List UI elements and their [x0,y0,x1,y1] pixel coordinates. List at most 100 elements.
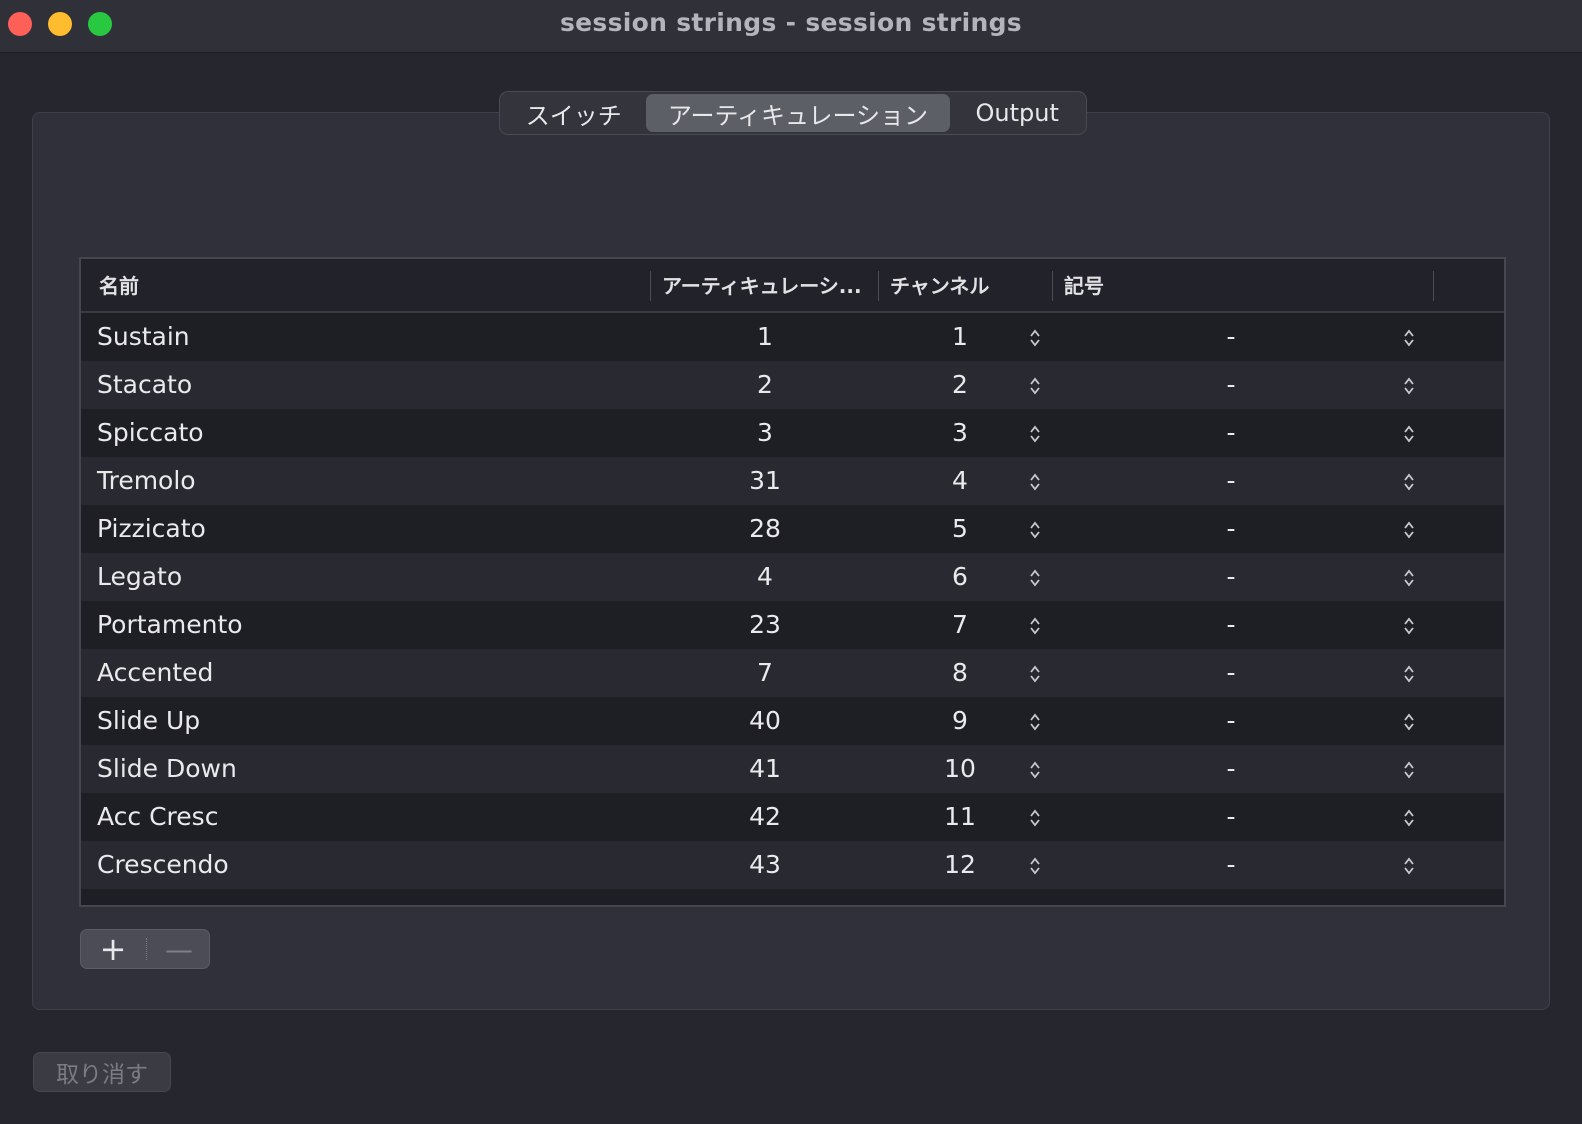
table-row[interactable]: Pizzicato 28 5 - [81,505,1504,553]
symbol-stepper-icon[interactable] [1399,793,1419,841]
symbol-stepper-icon[interactable] [1399,457,1419,505]
cell-articulation[interactable]: 31 [681,457,849,505]
channel-stepper-icon[interactable] [1025,793,1045,841]
cell-name[interactable]: Tremolo [97,457,196,505]
cell-channel[interactable]: 10 [901,745,1019,793]
cell-articulation[interactable]: 23 [681,601,849,649]
cell-channel[interactable]: 8 [901,649,1019,697]
cell-articulation[interactable]: 1 [681,313,849,361]
add-row-button[interactable]: + [81,930,145,968]
cell-name[interactable]: Crescendo [97,841,229,889]
cell-channel[interactable]: 4 [901,457,1019,505]
remove-row-button[interactable]: — [147,930,211,968]
symbol-stepper-icon[interactable] [1399,697,1419,745]
channel-stepper-icon[interactable] [1025,601,1045,649]
cell-channel[interactable]: 12 [901,841,1019,889]
table-header: 名前 アーティキュレーシ... チャンネル 記号 [81,259,1504,313]
cell-name[interactable]: Slide Down [97,745,237,793]
table-row[interactable]: Slide Down 41 10 - [81,745,1504,793]
column-header-name[interactable]: 名前 [99,259,139,313]
cell-symbol[interactable]: - [1181,697,1281,745]
cell-articulation[interactable]: 42 [681,793,849,841]
cell-symbol[interactable]: - [1181,313,1281,361]
table-row[interactable]: Stacato 2 2 - [81,361,1504,409]
column-divider[interactable] [650,271,651,301]
symbol-stepper-icon[interactable] [1399,601,1419,649]
cell-channel[interactable]: 3 [901,409,1019,457]
table-row[interactable]: Slide Up 40 9 - [81,697,1504,745]
cell-symbol[interactable]: - [1181,649,1281,697]
column-header-channel[interactable]: チャンネル [890,259,989,313]
table-row[interactable]: Accented 7 8 - [81,649,1504,697]
cell-articulation[interactable]: 3 [681,409,849,457]
symbol-stepper-icon[interactable] [1399,505,1419,553]
channel-stepper-icon[interactable] [1025,313,1045,361]
cell-channel[interactable]: 6 [901,553,1019,601]
symbol-stepper-icon[interactable] [1399,649,1419,697]
channel-stepper-icon[interactable] [1025,409,1045,457]
column-divider[interactable] [878,271,879,301]
cell-name[interactable]: Slide Up [97,697,200,745]
column-header-symbol[interactable]: 記号 [1064,259,1104,313]
cell-articulation[interactable]: 2 [681,361,849,409]
cell-name[interactable]: Sustain [97,313,190,361]
add-remove-control: + — [80,929,210,969]
cell-symbol[interactable]: - [1181,841,1281,889]
cell-articulation[interactable]: 4 [681,553,849,601]
table-row[interactable]: Crescendo 43 12 - [81,841,1504,889]
cell-channel[interactable]: 1 [901,313,1019,361]
channel-stepper-icon[interactable] [1025,649,1045,697]
tab-switch[interactable]: スイッチ [502,94,646,132]
cell-articulation[interactable]: 43 [681,841,849,889]
channel-stepper-icon[interactable] [1025,745,1045,793]
cell-articulation[interactable]: 40 [681,697,849,745]
table-row[interactable]: Portamento 23 7 - [81,601,1504,649]
column-divider[interactable] [1433,271,1434,301]
cell-articulation[interactable]: 28 [681,505,849,553]
cell-symbol[interactable]: - [1181,745,1281,793]
symbol-stepper-icon[interactable] [1399,841,1419,889]
cell-name[interactable]: Spiccato [97,409,204,457]
channel-stepper-icon[interactable] [1025,505,1045,553]
cell-name[interactable]: Legato [97,553,182,601]
undo-button[interactable]: 取り消す [33,1052,171,1092]
channel-stepper-icon[interactable] [1025,841,1045,889]
table-row[interactable]: Sustain 1 1 - [81,313,1504,361]
symbol-stepper-icon[interactable] [1399,409,1419,457]
cell-symbol[interactable]: - [1181,457,1281,505]
column-divider[interactable] [1052,271,1053,301]
table-row[interactable]: Acc Cresc 42 11 - [81,793,1504,841]
cell-articulation[interactable]: 7 [681,649,849,697]
cell-channel[interactable]: 9 [901,697,1019,745]
cell-channel[interactable]: 7 [901,601,1019,649]
symbol-stepper-icon[interactable] [1399,361,1419,409]
cell-symbol[interactable]: - [1181,409,1281,457]
column-header-articulation[interactable]: アーティキュレーシ... [662,259,874,313]
channel-stepper-icon[interactable] [1025,553,1045,601]
symbol-stepper-icon[interactable] [1399,313,1419,361]
cell-name[interactable]: Stacato [97,361,192,409]
channel-stepper-icon[interactable] [1025,697,1045,745]
cell-symbol[interactable]: - [1181,505,1281,553]
table-row[interactable]: Tremolo 31 4 - [81,457,1504,505]
channel-stepper-icon[interactable] [1025,361,1045,409]
tab-articulation[interactable]: アーティキュレーション [645,94,951,132]
cell-symbol[interactable]: - [1181,793,1281,841]
cell-name[interactable]: Portamento [97,601,243,649]
cell-channel[interactable]: 5 [901,505,1019,553]
cell-channel[interactable]: 2 [901,361,1019,409]
cell-channel[interactable]: 11 [901,793,1019,841]
tab-output[interactable]: Output [950,94,1084,132]
cell-name[interactable]: Pizzicato [97,505,206,553]
symbol-stepper-icon[interactable] [1399,745,1419,793]
cell-symbol[interactable]: - [1181,553,1281,601]
cell-symbol[interactable]: - [1181,601,1281,649]
cell-symbol[interactable]: - [1181,361,1281,409]
cell-articulation[interactable]: 41 [681,745,849,793]
symbol-stepper-icon[interactable] [1399,553,1419,601]
table-row[interactable]: Legato 4 6 - [81,553,1504,601]
channel-stepper-icon[interactable] [1025,457,1045,505]
cell-name[interactable]: Accented [97,649,213,697]
table-row[interactable]: Spiccato 3 3 - [81,409,1504,457]
cell-name[interactable]: Acc Cresc [97,793,218,841]
